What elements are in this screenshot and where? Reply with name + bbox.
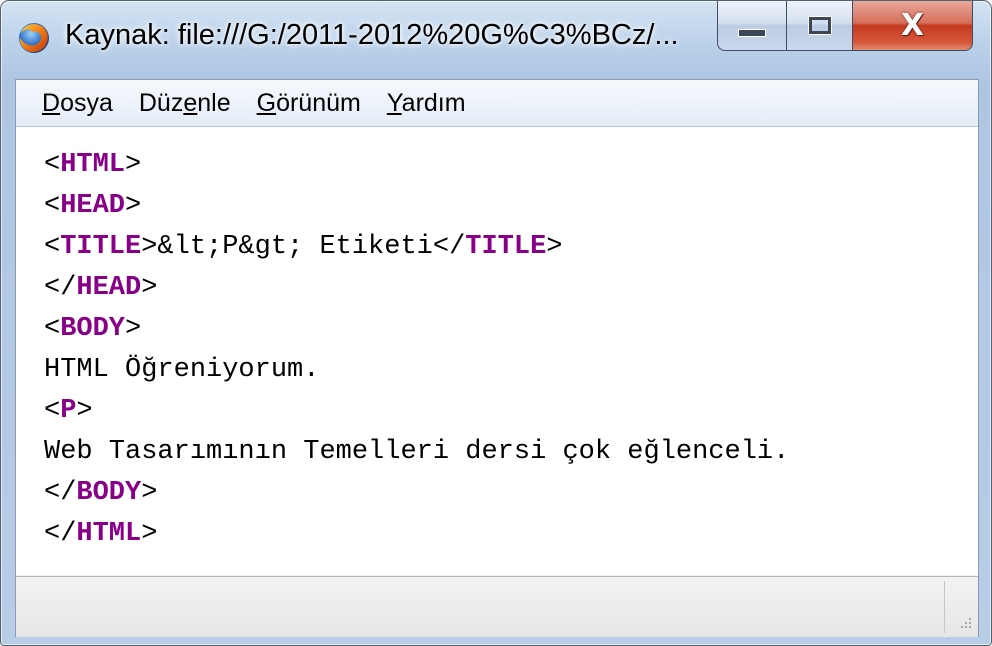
source-line: <BODY> bbox=[44, 309, 789, 350]
source-text: > bbox=[125, 191, 142, 221]
menu-duzenle[interactable]: Düzenle bbox=[126, 89, 244, 118]
maximize-button[interactable] bbox=[787, 1, 853, 51]
source-line: <P> bbox=[44, 391, 789, 432]
menu-accelerator: Y bbox=[386, 88, 402, 117]
menu-gorunum[interactable]: Görünüm bbox=[244, 89, 374, 118]
close-icon: X bbox=[900, 8, 925, 43]
view-source-window: Kaynak: file:///G:/2011-2012%20G%C3%BCz/… bbox=[0, 0, 992, 646]
source-tag-name: HEAD bbox=[76, 273, 142, 303]
window-title: Kaynak: file:///G:/2011-2012%20G%C3%BCz/… bbox=[65, 19, 679, 51]
maximize-icon bbox=[807, 16, 832, 35]
source-text: > bbox=[125, 150, 142, 180]
source-text: > bbox=[125, 314, 142, 344]
status-bar bbox=[16, 576, 978, 637]
source-line: <TITLE>&lt;P&gt; Etiketi</TITLE> bbox=[44, 227, 789, 268]
source-tag-name: TITLE bbox=[465, 232, 547, 262]
client-area: Dosya Düzenle Görünüm Yardım <HTML> <HEAD… bbox=[15, 79, 979, 637]
menu-accelerator: e bbox=[183, 88, 198, 117]
minimize-button[interactable] bbox=[717, 1, 787, 51]
source-text: > bbox=[141, 478, 158, 508]
source-code[interactable]: <HTML> <HEAD> <TITLE>&lt;P&gt; Etiketi</TI… bbox=[44, 145, 789, 555]
source-text: HTML Öğreniyorum. bbox=[44, 355, 320, 385]
source-text: < bbox=[44, 396, 61, 426]
menu-accelerator: D bbox=[42, 88, 61, 117]
source-view[interactable]: <HTML> <HEAD> <TITLE>&lt;P&gt; Etiketi</TI… bbox=[16, 127, 978, 575]
source-text: < bbox=[44, 314, 61, 344]
source-line: HTML Öğreniyorum. bbox=[44, 350, 789, 391]
menu-accelerator: G bbox=[256, 88, 277, 117]
source-text: < bbox=[44, 232, 61, 262]
source-line: Web Tasarımının Temelleri dersi çok eğle… bbox=[44, 432, 789, 473]
resize-grip-icon[interactable] bbox=[954, 613, 974, 633]
menu-bar: Dosya Düzenle Görünüm Yardım bbox=[16, 80, 978, 127]
menu-yardim[interactable]: Yardım bbox=[374, 89, 479, 118]
source-line: </BODY> bbox=[44, 473, 789, 514]
source-text: > bbox=[76, 396, 93, 426]
source-tag-name: HTML bbox=[60, 150, 126, 180]
source-tag-name: BODY bbox=[76, 478, 142, 508]
source-line: <HEAD> bbox=[44, 186, 789, 227]
source-line: <HTML> bbox=[44, 145, 789, 186]
source-tag-name: P bbox=[60, 396, 77, 426]
minimize-icon bbox=[738, 28, 766, 37]
source-text: Web Tasarımının Temelleri dersi çok eğle… bbox=[44, 437, 790, 467]
source-tag-name: BODY bbox=[60, 314, 126, 344]
source-text: </ bbox=[44, 519, 77, 549]
source-tag-name: HTML bbox=[76, 519, 142, 549]
source-text: < bbox=[44, 191, 61, 221]
source-text: >&lt;P&gt; Etiketi</ bbox=[141, 232, 466, 262]
close-button[interactable]: X bbox=[853, 1, 973, 51]
source-line: </HEAD> bbox=[44, 268, 789, 309]
source-text: < bbox=[44, 150, 61, 180]
source-text: </ bbox=[44, 273, 77, 303]
title-bar[interactable]: Kaynak: file:///G:/2011-2012%20G%C3%BCz/… bbox=[1, 1, 991, 79]
source-text: </ bbox=[44, 478, 77, 508]
firefox-icon bbox=[19, 23, 49, 53]
source-line: </HTML> bbox=[44, 514, 789, 555]
source-tag-name: TITLE bbox=[60, 232, 142, 262]
status-divider bbox=[944, 581, 945, 633]
source-tag-name: HEAD bbox=[60, 191, 126, 221]
source-text: > bbox=[141, 273, 158, 303]
source-text: > bbox=[546, 232, 563, 262]
source-text: > bbox=[141, 519, 158, 549]
caption-buttons: X bbox=[717, 1, 979, 53]
menu-dosya[interactable]: Dosya bbox=[29, 89, 126, 118]
